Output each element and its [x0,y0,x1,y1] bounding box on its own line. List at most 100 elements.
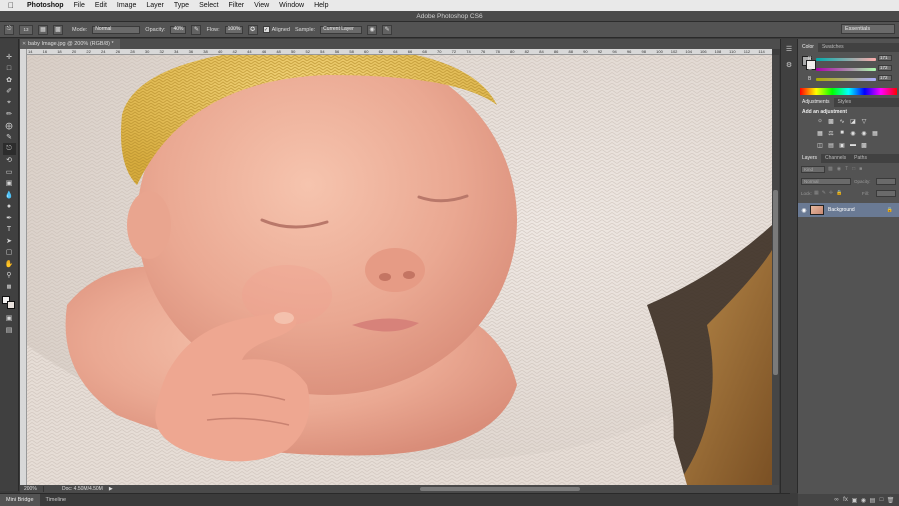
green-slider[interactable] [816,68,876,71]
blue-slider[interactable] [816,78,876,81]
default-colors-icon[interactable]: ▩ [3,281,16,293]
tab-layers[interactable]: Layers [798,154,822,163]
red-value-field[interactable]: 171 [878,55,892,61]
new-adjustment-layer-icon[interactable]: ◉ [859,497,868,504]
layer-filter-kind-select[interactable]: Kind [801,166,825,173]
tablet-pressure-size-button[interactable]: ✎ [382,24,393,35]
menu-photoshop[interactable]: Photoshop [22,2,69,9]
dodge-tool-icon[interactable]: ● [3,201,16,213]
blend-mode-select[interactable]: Normal [801,178,851,185]
selective-color-icon[interactable]: ▩ [860,141,868,149]
tab-styles[interactable]: Styles [834,98,856,107]
brush-tool-icon[interactable]: ✎ [3,132,16,144]
marquee-tool-icon[interactable]: □ [3,63,16,75]
quick-mask-icon[interactable]: ▣ [3,313,16,325]
status-menu-arrow-icon[interactable]: ▶ [109,486,113,492]
flow-field[interactable]: 100% [224,25,243,34]
menu-select[interactable]: Select [194,2,223,9]
clone-source-toggle[interactable]: ▩ [53,24,63,35]
crop-tool-icon[interactable]: ⌖ [3,97,16,109]
tab-timeline[interactable]: Timeline [40,494,73,506]
layer-style-icon[interactable]: fx [841,497,850,503]
menu-type[interactable]: Type [169,2,194,9]
close-icon[interactable]: ✕ [22,39,26,49]
mode-select[interactable]: Normal [92,25,141,34]
menu-layer[interactable]: Layer [141,2,169,9]
invert-icon[interactable]: ◫ [816,141,824,149]
link-layers-icon[interactable]: ∞ [832,497,841,503]
history-panel-icon[interactable]: ☰ [783,43,795,55]
exposure-icon[interactable]: ◪ [849,117,857,125]
background-color-swatch[interactable] [7,300,15,309]
shape-tool-icon[interactable]: ▢ [3,247,16,259]
document-canvas[interactable] [27,55,772,485]
brush-size-picker[interactable]: 13 [19,24,33,35]
quick-selection-tool-icon[interactable]: ✐ [3,86,16,98]
color-swatches[interactable] [2,295,16,310]
brush-panel-toggle[interactable]: ▦ [38,24,48,35]
history-brush-tool-icon[interactable]: ⟲ [3,155,16,167]
eyedropper-tool-icon[interactable]: ✏ [3,109,16,121]
trash-icon[interactable]: 🗑 [886,497,895,504]
layer-fill-field[interactable] [876,190,896,197]
vertical-scrollbar[interactable] [772,55,779,485]
tab-adjustments[interactable]: Adjustments [798,98,834,107]
pen-tool-icon[interactable]: ✒ [3,212,16,224]
properties-panel-icon[interactable]: ⚙ [783,59,795,71]
add-mask-icon[interactable]: ▣ [850,497,859,504]
layer-filter-icons[interactable]: ▩◉T□■ [828,166,866,172]
menu-help[interactable]: Help [309,2,333,9]
tab-paths[interactable]: Paths [850,154,871,163]
aligned-checkbox[interactable]: ✓ Aligned [262,26,290,33]
new-group-icon[interactable]: ▤ [868,497,877,504]
hue-saturation-icon[interactable]: ▦ [816,129,824,137]
opacity-field[interactable]: 40% [170,25,187,34]
screen-mode-icon[interactable]: ▤ [3,324,16,336]
eye-icon[interactable]: ◉ [798,207,810,214]
tab-channels[interactable]: Channels [821,154,850,163]
clone-stamp-tool-icon[interactable]: ⎋ [2,143,16,155]
sample-select[interactable]: Current Layer [320,25,363,34]
tab-mini-bridge[interactable]: Mini Bridge [0,493,40,506]
black-white-icon[interactable]: ■ [838,129,846,137]
menu-file[interactable]: File [69,2,90,9]
posterize-icon[interactable]: ▤ [827,141,835,149]
menu-image[interactable]: Image [112,2,141,9]
ignore-adjustment-layers-button[interactable]: ◉ [367,24,378,35]
curves-icon[interactable]: ∿ [838,117,846,125]
eraser-tool-icon[interactable]: ▭ [3,166,16,178]
menu-window[interactable]: Window [274,2,309,9]
airbrush-button[interactable]: ✪ [247,24,258,35]
levels-icon[interactable]: ▩ [827,117,835,125]
gradient-tool-icon[interactable]: ▣ [3,178,16,190]
vibrance-icon[interactable]: ▽ [860,117,868,125]
vertical-scrollbar-thumb[interactable] [773,190,778,375]
color-lookup-icon[interactable]: ▦ [871,129,879,137]
green-value-field[interactable]: 172 [878,65,892,71]
zoom-level-field[interactable]: 200% [20,486,44,492]
lock-icons[interactable]: ▦✎✛🔒 [814,190,845,196]
tab-color[interactable]: Color [798,43,818,52]
path-selection-tool-icon[interactable]: ➤ [3,235,16,247]
vertical-ruler[interactable] [20,49,27,485]
clone-stamp-tool-preset[interactable]: ⎋ [4,24,14,35]
layer-opacity-field[interactable] [876,178,896,185]
lasso-tool-icon[interactable]: ✿ [3,74,16,86]
menu-filter[interactable]: Filter [224,2,250,9]
color-spectrum-bar[interactable] [800,88,897,95]
blur-tool-icon[interactable]: 💧 [3,189,16,201]
opacity-pressure-button[interactable]: ✎ [191,24,202,35]
type-tool-icon[interactable]: T [3,224,16,236]
photo-filter-icon[interactable]: ◉ [849,129,857,137]
red-slider[interactable] [816,58,876,61]
horizontal-scrollbar-thumb[interactable] [420,487,580,491]
hand-tool-icon[interactable]: ✋ [3,258,16,270]
menu-view[interactable]: View [249,2,274,9]
blue-value-field[interactable]: 172 [878,75,892,81]
move-tool-icon[interactable]: ✛ [3,51,16,63]
apple-icon[interactable]:  [0,1,22,10]
threshold-icon[interactable]: ▣ [838,141,846,149]
brightness-icon[interactable]: ☼ [816,117,824,125]
document-tab[interactable]: ✕ baby Image.jpg @ 200% (RGB/8) * [20,39,120,49]
zoom-tool-icon[interactable]: ⚲ [3,270,16,282]
